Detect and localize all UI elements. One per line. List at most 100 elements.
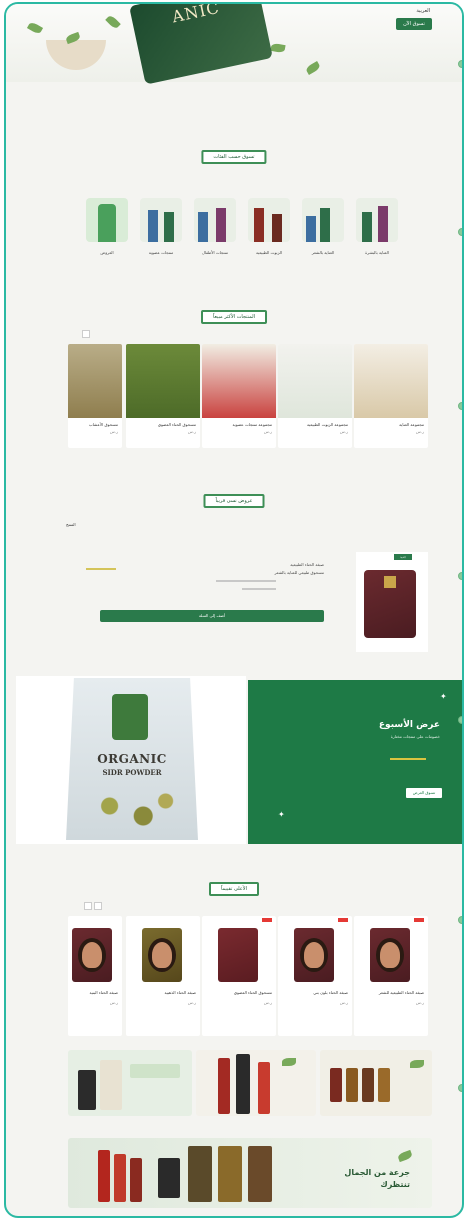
featured-product-image[interactable] [356,552,428,652]
best-sellers-title: المنتجات الأكثر مبيعاً [201,310,267,324]
product-image [202,344,276,418]
featured-line-1: صبغة الحناء الطبيعية [290,562,324,567]
product-name[interactable]: صبغة الحناء البنية [68,986,122,1000]
product-image [126,344,200,418]
product-card[interactable]: مجموعة الزيوت الطبيعية ر.س [278,344,352,448]
hero-banner: ANIC العربية تسوق الآن [6,4,462,85]
carousel-next-button[interactable] [94,902,102,910]
language-link[interactable]: العربية [416,8,430,14]
category-item[interactable]: العروض [86,198,128,255]
shop-deal-button[interactable]: تسوق العرض [406,788,442,798]
product-image [126,916,200,986]
category-image [194,198,236,242]
featured-small-label: المنتج [66,522,76,527]
product-card[interactable]: صبغة الحناء البنية ر.س [68,916,122,1036]
scroll-marker[interactable] [458,916,462,924]
promo-banner[interactable] [68,1050,192,1116]
product-price: ر.س [187,429,196,434]
scroll-marker[interactable] [458,1084,462,1092]
leaf-icon [304,61,322,75]
promo-banner[interactable] [320,1050,432,1116]
category-label: الزيوت الطبيعية [255,250,283,255]
product-name[interactable]: صبغة الحناء الذهبية [126,986,200,1000]
banner-text-2: تنتظرك [380,1180,410,1189]
hero-product-image: ANIC [129,4,273,85]
featured-title: عروض نسى قريباً [203,494,265,508]
deal-subtitle: خصومات على منتجات مختارة [390,734,440,739]
categories-title: تسوق حسب الفئات [201,150,267,164]
category-item[interactable]: العناية بالبشرة [356,198,398,255]
scroll-marker[interactable] [458,716,462,724]
sale-badge [262,918,272,922]
deal-highlight [390,758,426,760]
carousel-prev-button[interactable] [82,330,90,338]
product-name[interactable]: مسحوق الحناء العضوي [126,418,200,427]
product-name[interactable]: مجموعة منتجات عضوية [202,418,276,427]
leaf-icon [26,21,44,35]
category-item[interactable]: العناية بالشعر [302,198,344,255]
carousel-prev-button[interactable] [84,902,92,910]
product-card[interactable]: مسحوق الأعشاب ر.س [68,344,122,448]
product-name[interactable]: مسحوق الحناء العضوي [202,986,276,1000]
product-image [354,344,428,418]
promo-banner[interactable] [196,1050,316,1116]
product-card[interactable]: مجموعة العناية ر.س [354,344,428,448]
brand-logo-icon [112,694,148,740]
product-price: ر.س [109,429,118,434]
scroll-marker[interactable] [458,402,462,410]
category-image [302,198,344,242]
product-price: ر.س [109,1000,118,1005]
banner-text-1: جرعة من الجمال [344,1168,410,1177]
product-image [68,916,122,986]
product-image [354,916,428,986]
scroll-marker[interactable] [458,228,462,236]
leaf-icon [105,14,121,30]
product-card[interactable]: صبغة الحناء بلون بني ر.س [278,916,352,1036]
new-badge: جديد [394,554,412,560]
shop-now-button[interactable]: تسوق الآن [396,18,432,30]
scroll-marker[interactable] [458,572,462,580]
deal-image-panel: ORGANIC SIDR POWDER [16,676,246,844]
category-label: العروض [100,250,114,255]
featured-line-2: مسحوق طبيعي للعناية بالشعر [274,570,324,575]
category-label: منتجات الأطفال [201,250,229,255]
product-card[interactable]: مسحوق الحناء العضوي ر.س [202,916,276,1036]
product-name[interactable]: مسحوق الأعشاب [68,418,122,427]
product-subtitle: SIDR POWDER [102,768,162,777]
scroll-marker[interactable] [458,60,462,68]
product-name[interactable]: مجموعة العناية [354,418,428,427]
product-card[interactable]: مسحوق الحناء العضوي ر.س [126,344,200,448]
product-price: ر.س [263,1000,272,1005]
product-card[interactable]: مجموعة منتجات عضوية ر.س [202,344,276,448]
product-name[interactable]: صبغة الحناء الطبيعية للشعر [354,986,428,1000]
product-price: ر.س [415,1000,424,1005]
sparkle-icon: ✦ [278,810,285,819]
product-price: ر.س [339,429,348,434]
category-image [140,198,182,242]
price-highlight [86,568,116,570]
product-image [68,344,122,418]
product-card[interactable]: صبغة الحناء الطبيعية للشعر ر.س [354,916,428,1036]
organic-product-image: ORGANIC SIDR POWDER [66,678,198,840]
bottom-promo-banner[interactable]: جرعة من الجمال تنتظرك [68,1138,432,1208]
product-name[interactable]: صبغة الحناء بلون بني [278,986,352,1000]
product-image [202,916,276,986]
category-item[interactable]: الزيوت الطبيعية [248,198,290,255]
category-image [248,198,290,242]
featured-product: جديد صبغة الحناء الطبيعية مسحوق طبيعي لل… [66,550,430,660]
hero-bowl-image [46,40,106,70]
category-item[interactable]: منتجات الأطفال [194,198,236,255]
product-price: ر.س [339,1000,348,1005]
product-price: ر.س [187,1000,196,1005]
divider [242,588,276,590]
category-image [86,198,128,242]
product-price: ر.س [415,429,424,434]
deal-title: عرض الأسبوع [378,720,440,730]
product-image [278,916,352,986]
category-item[interactable]: منتجات عضوية [140,198,182,255]
deal-info-panel: ✦ ✦ عرض الأسبوع خصومات على منتجات مختارة… [248,680,462,844]
ratings-title: الأعلى تقييماً [209,882,259,896]
product-card[interactable]: صبغة الحناء الذهبية ر.س [126,916,200,1036]
add-to-cart-button[interactable]: أضف إلى السلة [100,610,324,622]
product-name[interactable]: مجموعة الزيوت الطبيعية [278,418,352,427]
